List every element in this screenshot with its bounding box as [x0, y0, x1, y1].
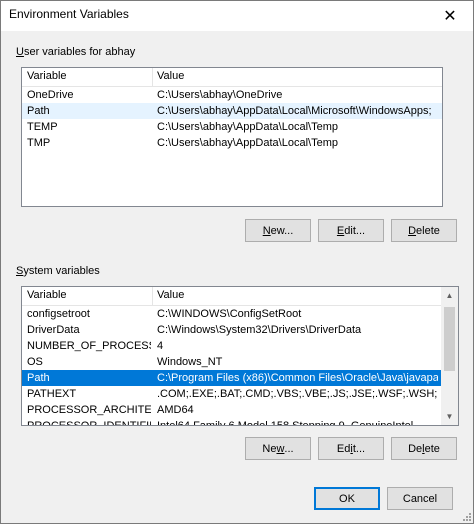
- scroll-down-icon[interactable]: ▼: [441, 408, 458, 425]
- value-cell: C:\Program Files (x86)\Common Files\Orac…: [157, 372, 438, 384]
- table-row[interactable]: DriverData C:\Windows\System32\Drivers\Dr…: [22, 322, 441, 338]
- table-row[interactable]: NUMBER_OF_PROCESSORS 4: [22, 338, 441, 354]
- value-cell: C:\Windows\System32\Drivers\DriverData: [157, 324, 362, 336]
- title-bar[interactable]: Environment Variables ✕: [1, 1, 473, 31]
- table-row[interactable]: OS Windows_NT: [22, 354, 441, 370]
- value-cell: C:\Users\abhay\AppData\Local\Temp: [157, 121, 338, 133]
- value-cell: Windows_NT: [157, 356, 223, 368]
- resize-grip-icon[interactable]: [461, 511, 471, 521]
- variable-cell: TEMP: [27, 121, 58, 133]
- variable-cell: Path: [27, 372, 50, 384]
- value-cell: .COM;.EXE;.BAT;.CMD;.VBS;.VBE;.JS;.JSE;.…: [157, 388, 438, 400]
- user-variables-label: User variables for abhay: [16, 46, 136, 58]
- table-row[interactable]: TEMP C:\Users\abhay\AppData\Local\Temp: [22, 119, 442, 135]
- value-cell: AMD64: [157, 404, 194, 416]
- user-list-header: Variable Value: [22, 68, 442, 87]
- variable-cell: PROCESSOR_ARCHITECTU...: [27, 404, 151, 416]
- column-header-variable[interactable]: Variable: [27, 70, 67, 82]
- table-row[interactable]: Path C:\Program Files (x86)\Common Files\…: [22, 370, 441, 386]
- system-edit-button[interactable]: Ed i t...: [318, 437, 384, 460]
- cancel-button[interactable]: Cancel: [387, 487, 453, 510]
- table-row[interactable]: PROCESSOR_IDENTIFIER Intel64 Family 6 Mod…: [22, 418, 441, 426]
- column-header-variable[interactable]: Variable: [27, 289, 67, 301]
- close-icon[interactable]: ✕: [427, 1, 473, 31]
- table-row[interactable]: OneDrive C:\Users\abhay\OneDrive: [22, 87, 442, 103]
- window-title: Environment Variables: [9, 7, 129, 21]
- system-delete-button[interactable]: De l ete: [391, 437, 457, 460]
- scroll-up-icon[interactable]: ▲: [441, 287, 458, 304]
- column-header-value[interactable]: Value: [157, 289, 184, 301]
- system-list-header: Variable Value: [22, 287, 441, 306]
- variable-cell: OS: [27, 356, 43, 368]
- user-new-button[interactable]: New...: [245, 219, 311, 242]
- value-cell: 4: [157, 340, 164, 352]
- value-cell: Intel64 Family 6 Model 158 Stepping 9, G…: [157, 420, 414, 426]
- variable-cell: OneDrive: [27, 89, 74, 101]
- value-cell: C:\WINDOWS\ConfigSetRoot: [157, 308, 302, 320]
- variable-cell: DriverData: [27, 324, 80, 336]
- variable-cell: TMP: [27, 137, 51, 149]
- user-edit-button[interactable]: Edit...: [318, 219, 384, 242]
- system-variables-list[interactable]: Variable Value configsetroot C:\WINDOWS\C…: [21, 286, 459, 426]
- table-row[interactable]: PATHEXT .COM;.EXE;.BAT;.CMD;.VBS;.VBE;.JS…: [22, 386, 441, 402]
- user-variables-list[interactable]: Variable Value OneDrive C:\Users\abhay\On…: [21, 67, 443, 207]
- table-row[interactable]: TMP C:\Users\abhay\AppData\Local\Temp: [22, 135, 442, 151]
- variable-cell: PATHEXT: [27, 388, 77, 400]
- system-new-button[interactable]: Ne w...: [245, 437, 311, 460]
- system-variables-label: System variables: [16, 265, 100, 277]
- variable-cell: configsetroot: [27, 308, 90, 320]
- value-cell: C:\Users\abhay\AppData\Local\Microsoft\W…: [157, 105, 432, 117]
- table-row[interactable]: Path C:\Users\abhay\AppData\Local\Microso…: [22, 103, 442, 119]
- user-delete-button[interactable]: Delete: [391, 219, 457, 242]
- table-row[interactable]: configsetroot C:\WINDOWS\ConfigSetRoot: [22, 306, 441, 322]
- ok-button[interactable]: OK: [314, 487, 380, 510]
- scroll-thumb[interactable]: [444, 307, 455, 371]
- variable-cell: PROCESSOR_IDENTIFIER: [27, 420, 151, 426]
- variable-cell: NUMBER_OF_PROCESSORS: [27, 340, 151, 352]
- variable-cell: Path: [27, 105, 50, 117]
- table-row[interactable]: PROCESSOR_ARCHITECTU... AMD64: [22, 402, 441, 418]
- system-list-scrollbar[interactable]: ▲ ▼: [441, 287, 458, 425]
- value-cell: C:\Users\abhay\OneDrive: [157, 89, 283, 101]
- value-cell: C:\Users\abhay\AppData\Local\Temp: [157, 137, 338, 149]
- environment-variables-dialog: Environment Variables ✕ User variables f…: [0, 0, 474, 524]
- column-header-value[interactable]: Value: [157, 70, 184, 82]
